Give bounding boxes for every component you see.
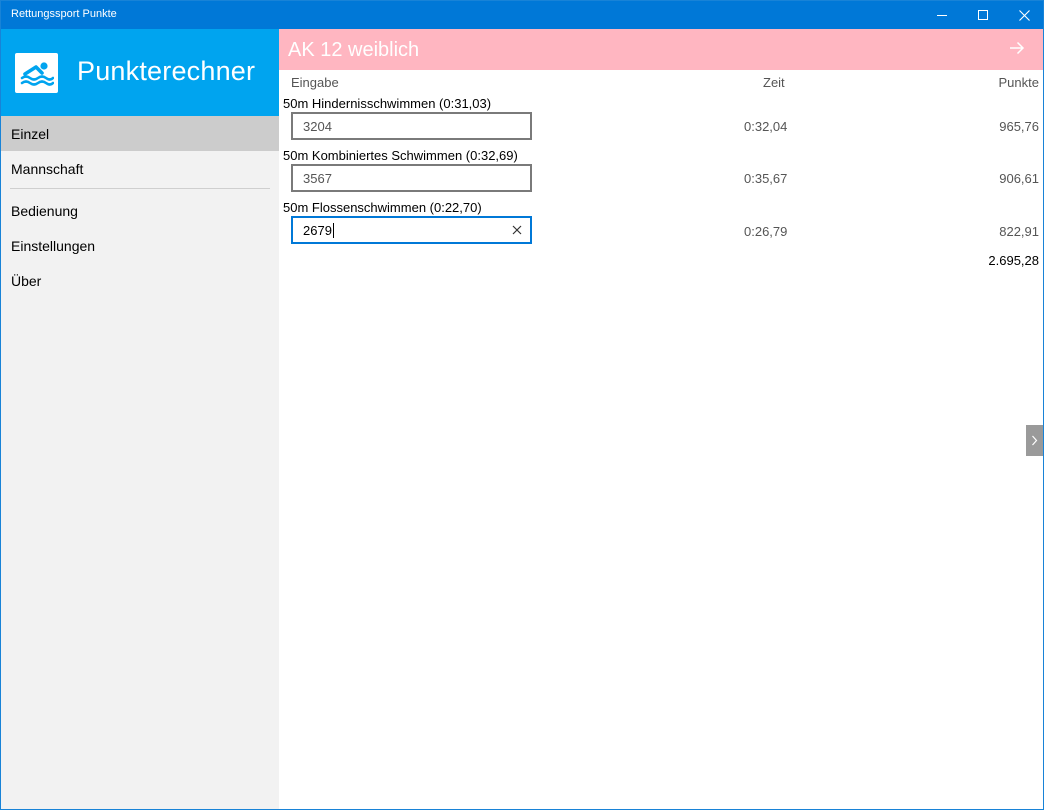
time-input-value: 3204 [303, 118, 332, 134]
discipline-label: 50m Hindernisschwimmen (0:31,03) [283, 96, 492, 111]
app-title: Punkterechner [77, 56, 256, 86]
chevron-right-icon [1032, 435, 1038, 446]
nav-separator [10, 188, 270, 189]
nav-item-ueber[interactable]: Über [1, 263, 279, 298]
maximize-button[interactable] [960, 1, 1006, 29]
time-value: 0:35,67 [744, 171, 788, 186]
column-header-points: Punkte [998, 75, 1039, 90]
app-window: Rettungssport Punkte Punkterechner Einze… [0, 0, 1044, 810]
minimize-icon [937, 14, 947, 16]
nav-list: Einzel Mannschaft Bedienung Einstellunge… [1, 116, 279, 298]
column-header-input: Eingabe [291, 75, 339, 90]
arrow-right-icon[interactable] [1009, 40, 1025, 59]
points-value: 906,61 [999, 171, 1039, 186]
time-value: 0:32,04 [744, 119, 788, 134]
nav-item-einzel[interactable]: Einzel [1, 116, 279, 151]
time-input-field[interactable]: 2679 [291, 216, 532, 244]
close-icon [1018, 9, 1030, 21]
column-header-time: Zeit [763, 75, 785, 90]
time-input-field[interactable]: 3567 [291, 164, 532, 192]
minimize-button[interactable] [919, 1, 965, 29]
discipline-label: 50m Kombiniertes Schwimmen (0:32,69) [283, 148, 518, 163]
main-content: AK 12 weiblich Eingabe Zeit Punkte 50m H… [279, 29, 1043, 809]
close-button[interactable] [1001, 1, 1044, 29]
side-panel-toggle[interactable] [1026, 425, 1043, 456]
age-group-banner: AK 12 weiblich [279, 29, 1043, 70]
sidebar: Punkterechner Einzel Mannschaft Bedienun… [1, 29, 279, 809]
window-title: Rettungssport Punkte [11, 8, 117, 20]
discipline-label: 50m Flossenschwimmen (0:22,70) [283, 200, 482, 215]
nav-item-einstellungen[interactable]: Einstellungen [1, 228, 279, 263]
time-value: 0:26,79 [744, 224, 788, 239]
total-points: 2.695,28 [988, 253, 1039, 268]
nav-item-bedienung[interactable]: Bedienung [1, 193, 279, 228]
time-input-value: 2679 [303, 222, 332, 238]
points-value: 822,91 [999, 224, 1039, 239]
swimmer-logo-icon [15, 53, 58, 93]
text-caret [332, 222, 334, 238]
maximize-icon [978, 10, 988, 20]
time-input-value: 3567 [303, 170, 332, 186]
time-input-field[interactable]: 3204 [291, 112, 532, 140]
close-icon [512, 225, 522, 235]
title-bar[interactable]: Rettungssport Punkte [1, 1, 1043, 29]
nav-item-mannschaft[interactable]: Mannschaft [1, 151, 279, 186]
sidebar-header: Punkterechner [1, 29, 279, 116]
points-value: 965,76 [999, 119, 1039, 134]
age-group-title: AK 12 weiblich [288, 39, 420, 61]
clear-input-button[interactable] [510, 223, 524, 237]
